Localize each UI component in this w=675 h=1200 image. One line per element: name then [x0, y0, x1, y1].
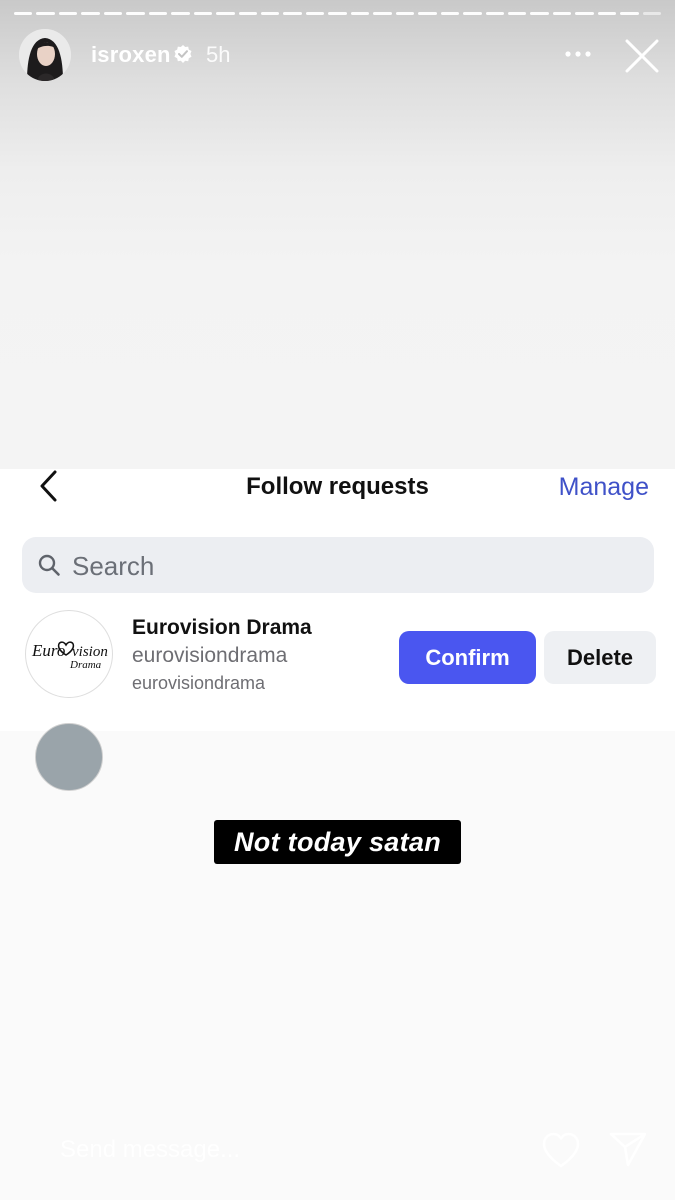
svg-text:vision: vision [72, 644, 108, 660]
user-avatar[interactable] [19, 29, 71, 81]
progress-segment [81, 12, 100, 15]
send-message-input[interactable]: Send message... [60, 1136, 240, 1164]
progress-segment [283, 12, 302, 15]
progress-segment [418, 12, 437, 15]
progress-segment [14, 12, 33, 15]
progress-segment [440, 12, 460, 15]
request-username: eurovisiondrama [132, 644, 288, 667]
progress-segment [328, 12, 347, 15]
progress-segment [597, 12, 617, 15]
search-icon [38, 554, 60, 576]
progress-segment [305, 12, 325, 15]
sticker-text: Not today satan [233, 826, 442, 857]
progress-segment [485, 12, 504, 15]
story-timestamp: 5h [206, 42, 231, 67]
request-subtitle: eurovisiondrama [132, 673, 266, 693]
more-options-icon[interactable] [562, 44, 594, 64]
progress-segment [463, 12, 482, 15]
eurovision-drama-logo: Euro vision Drama [31, 641, 108, 671]
avatar-image [19, 29, 71, 81]
like-heart-icon[interactable] [540, 1130, 582, 1170]
progress-segment [216, 12, 235, 15]
story-username[interactable]: isroxen [91, 42, 171, 68]
svg-text:Drama: Drama [69, 659, 102, 671]
progress-segment [575, 12, 594, 15]
progress-segment [58, 12, 78, 15]
close-icon[interactable] [624, 38, 660, 74]
progress-segment [373, 12, 392, 15]
progress-segment [148, 12, 168, 15]
progress-segment [530, 12, 549, 15]
progress-segment [620, 12, 639, 15]
progress-segment [171, 12, 190, 15]
story-progress-bar [14, 12, 662, 16]
verified-badge-icon [174, 45, 192, 63]
request-avatar: Euro vision Drama [25, 610, 113, 698]
progress-segment [350, 12, 370, 15]
progress-segment [507, 12, 527, 15]
next-request-avatar [35, 723, 103, 791]
share-send-icon[interactable] [608, 1130, 648, 1168]
progress-segment [36, 12, 55, 15]
progress-segment [395, 12, 415, 15]
search-placeholder: Search [72, 551, 155, 581]
request-name: Eurovision Drama [132, 616, 312, 639]
delete-button: Delete [544, 631, 656, 684]
confirm-button: Confirm [399, 631, 536, 684]
text-sticker: Not today satan [214, 820, 461, 864]
progress-segment [126, 12, 145, 15]
progress-segment [642, 12, 662, 15]
story-header: isroxen 5h [0, 26, 675, 86]
progress-segment [193, 12, 213, 15]
follow-requests-screenshot: Follow requests Manage Search Euro visio… [0, 469, 675, 791]
progress-segment [552, 12, 572, 15]
progress-segment [238, 12, 257, 15]
manage-link: Manage [558, 473, 649, 501]
search-field: Search [22, 537, 654, 593]
progress-segment [260, 12, 280, 15]
progress-segment [103, 12, 123, 15]
